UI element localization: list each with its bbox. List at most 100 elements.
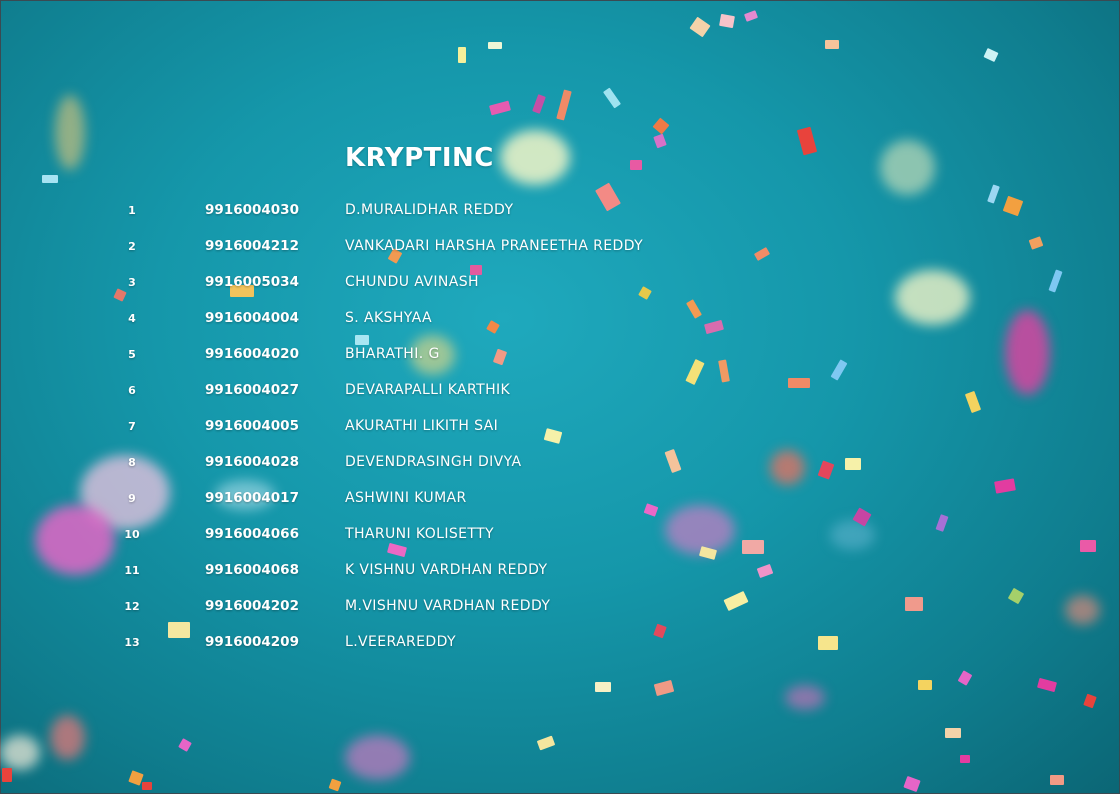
member-name: ASHWINI KUMAR <box>345 490 467 506</box>
table-row: 3 9916005034 CHUNDU AVINASH <box>0 265 800 301</box>
table-row: 8 9916004028 DEVENDRASINGH DIVYA <box>0 445 800 481</box>
registration-number: 9916004030 <box>205 202 299 218</box>
table-row: 13 9916004209 L.VEERAREDDY <box>0 625 800 661</box>
confetti-piece <box>1037 677 1057 693</box>
table-row: 12 9916004202 M.VISHNU VARDHAN REDDY <box>0 589 800 625</box>
bokeh-blob <box>50 715 85 760</box>
confetti-piece <box>328 778 342 792</box>
confetti-piece <box>903 775 921 793</box>
member-name: BHARATHI. G <box>345 346 440 362</box>
row-number: 4 <box>128 312 136 325</box>
confetti-piece <box>653 679 675 697</box>
confetti-piece <box>818 636 838 650</box>
bokeh-blob <box>0 735 40 770</box>
confetti-piece <box>960 755 970 763</box>
member-name: M.VISHNU VARDHAN REDDY <box>345 598 551 614</box>
confetti-piece <box>987 184 1000 204</box>
table-row: 10 9916004066 THARUNI KOLISETTY <box>0 517 800 553</box>
bokeh-blob <box>500 130 570 185</box>
table-row: 4 9916004004 S. AKSHYAA <box>0 301 800 337</box>
member-name: CHUNDU AVINASH <box>345 274 479 290</box>
confetti-piece <box>945 728 961 738</box>
member-name: AKURATHI LIKITH SAI <box>345 418 499 434</box>
confetti-piece <box>905 597 923 611</box>
row-number: 5 <box>128 348 136 361</box>
page-title: KRYPTINC <box>345 143 494 173</box>
row-number: 2 <box>128 240 136 253</box>
table-row: 1 9916004030 D.MURALIDHAR REDDY <box>0 193 800 229</box>
row-number: 13 <box>124 636 140 649</box>
confetti-piece <box>1048 269 1063 293</box>
registration-number: 9916004004 <box>205 310 299 326</box>
confetti-piece <box>488 42 502 49</box>
confetti-piece <box>178 738 192 752</box>
registration-number: 9916004068 <box>205 562 299 578</box>
registration-number: 9916004020 <box>205 346 299 362</box>
confetti-piece <box>964 390 982 414</box>
confetti-piece <box>602 87 622 109</box>
confetti-piece <box>983 47 999 63</box>
row-number: 12 <box>124 600 140 613</box>
confetti-piece <box>825 40 839 49</box>
confetti-piece <box>719 13 735 29</box>
confetti-piece <box>653 133 667 149</box>
bokeh-blob <box>1005 310 1050 395</box>
confetti-piece <box>1083 693 1097 709</box>
confetti-piece <box>1050 775 1064 785</box>
bokeh-blob <box>1065 595 1100 625</box>
member-name: K VISHNU VARDHAN REDDY <box>345 562 548 578</box>
member-name: D.MURALIDHAR REDDY <box>345 202 514 218</box>
member-name: DEVARAPALLI KARTHIK <box>345 382 511 398</box>
table-row: 2 9916004212 VANKADARI HARSHA PRANEETHA RE… <box>0 229 800 265</box>
confetti-piece <box>1080 540 1096 552</box>
bokeh-blob <box>830 520 875 550</box>
confetti-piece <box>458 47 466 63</box>
table-row: 7 9916004005 AKURATHI LIKITH SAI <box>0 409 800 445</box>
row-number: 8 <box>128 456 136 469</box>
registration-number: 9916004028 <box>205 454 299 470</box>
confetti-piece <box>556 89 572 121</box>
confetti-piece <box>2 768 12 782</box>
confetti-piece <box>1002 195 1024 217</box>
confetti-piece <box>689 16 711 38</box>
bokeh-blob <box>785 685 825 710</box>
confetti-piece <box>845 458 861 470</box>
confetti-piece <box>595 682 611 692</box>
confetti-piece <box>630 160 642 170</box>
registration-number: 9916005034 <box>205 274 299 290</box>
confetti-piece <box>957 670 973 686</box>
confetti-piece <box>918 680 932 690</box>
registration-number: 9916004027 <box>205 382 299 398</box>
registration-number: 9916004017 <box>205 490 299 506</box>
confetti-piece <box>743 10 759 22</box>
row-number: 1 <box>128 204 136 217</box>
confetti-piece <box>142 782 152 790</box>
confetti-piece <box>42 175 58 183</box>
row-number: 11 <box>124 564 140 577</box>
row-number: 10 <box>124 528 140 541</box>
registration-number: 9916004066 <box>205 526 299 542</box>
confetti-piece <box>536 735 556 751</box>
bokeh-blob <box>345 735 410 780</box>
table-row: 11 9916004068 K VISHNU VARDHAN REDDY <box>0 553 800 589</box>
row-number: 6 <box>128 384 136 397</box>
bokeh-blob <box>895 270 970 325</box>
row-number: 3 <box>128 276 136 289</box>
table-row: 5 9916004020 BHARATHI. G <box>0 337 800 373</box>
confetti-piece <box>489 100 511 116</box>
bokeh-blob <box>880 140 935 195</box>
confetti-piece <box>830 359 848 381</box>
member-name: VANKADARI HARSHA PRANEETHA REDDY <box>345 238 644 254</box>
confetti-piece <box>994 478 1016 494</box>
confetti-piece <box>652 117 670 135</box>
confetti-piece <box>532 94 546 114</box>
registration-number: 9916004209 <box>205 634 299 650</box>
registration-number: 9916004202 <box>205 598 299 614</box>
confetti-piece <box>1028 236 1044 250</box>
row-number: 9 <box>128 492 136 505</box>
member-name: L.VEERAREDDY <box>345 634 456 650</box>
member-name: THARUNI KOLISETTY <box>345 526 494 542</box>
member-name: S. AKSHYAA <box>345 310 432 326</box>
member-name: DEVENDRASINGH DIVYA <box>345 454 522 470</box>
confetti-piece <box>817 460 835 480</box>
